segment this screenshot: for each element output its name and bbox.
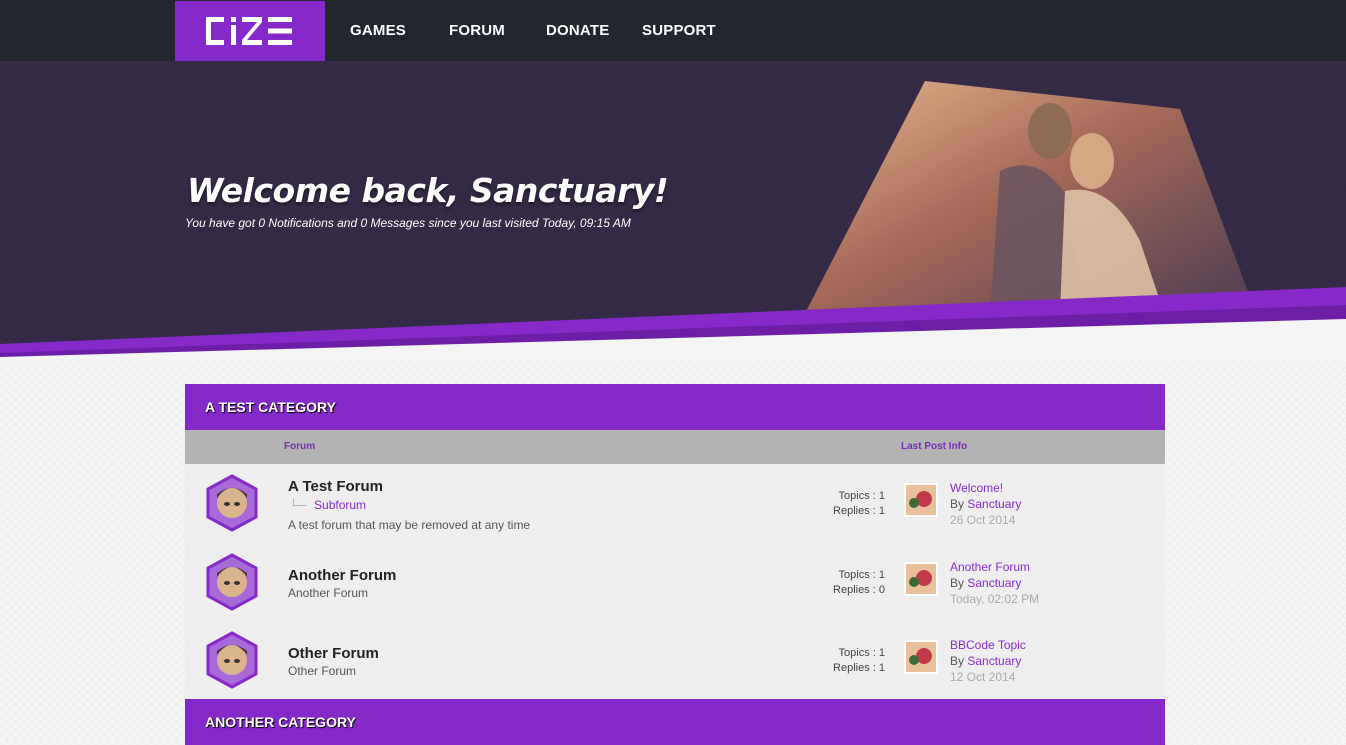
- forum-description: A test forum that may be removed at any …: [288, 518, 531, 532]
- last-post-date: 12 Oct 2014: [950, 670, 1016, 684]
- logo-mark: [206, 17, 292, 45]
- replies-count: Replies : 0: [833, 584, 885, 596]
- forum-title[interactable]: A Test Forum: [288, 478, 383, 495]
- hero-background: [0, 61, 1346, 361]
- nav-forum[interactable]: FORUM: [449, 22, 505, 39]
- last-post-user-link[interactable]: Sanctuary: [967, 497, 1021, 511]
- last-post-user-link[interactable]: Sanctuary: [967, 576, 1021, 590]
- site-logo[interactable]: [175, 1, 325, 61]
- replies-count: Replies : 1: [833, 662, 885, 674]
- subforum-link[interactable]: └─ Subforum: [289, 498, 366, 512]
- last-post-title[interactable]: BBCode Topic: [950, 638, 1026, 652]
- forum-hexagon-icon[interactable]: [205, 553, 259, 611]
- top-navbar: GAMES FORUM DONATE SUPPORT: [0, 0, 1346, 61]
- welcome-title: Welcome back, Sanctuary!: [187, 171, 669, 210]
- column-last-post: Last Post Info: [901, 441, 968, 452]
- user-avatar[interactable]: [904, 562, 938, 596]
- nav-games[interactable]: GAMES: [350, 22, 406, 39]
- forum-title[interactable]: Another Forum: [288, 567, 396, 584]
- user-avatar[interactable]: [904, 640, 938, 674]
- user-avatar[interactable]: [904, 483, 938, 517]
- last-post-title[interactable]: Welcome!: [950, 481, 1003, 495]
- last-post-user-link[interactable]: Sanctuary: [967, 654, 1021, 668]
- subforum-branch-icon: └─: [289, 498, 307, 512]
- forum-description: Another Forum: [288, 586, 369, 600]
- topics-count: Topics : 1: [838, 490, 885, 502]
- forum-description: Other Forum: [288, 664, 357, 678]
- welcome-subtitle: You have got 0 Notifications and 0 Messa…: [185, 216, 631, 230]
- last-post-title[interactable]: Another Forum: [950, 560, 1030, 574]
- nav-donate[interactable]: DONATE: [546, 22, 609, 39]
- forum-container: A TEST CATEGORY Forum Last Post Info A T…: [185, 384, 1165, 745]
- by-label: By: [950, 497, 965, 511]
- forum-list: A Test Forum └─ Subforum A test forum tha…: [185, 464, 1165, 699]
- last-post-date: 26 Oct 2014: [950, 513, 1016, 527]
- nav-support[interactable]: SUPPORT: [642, 22, 716, 39]
- hero-banner: Welcome back, Sanctuary! You have got 0 …: [0, 61, 1346, 361]
- last-post-author: By Sanctuary: [950, 654, 1021, 668]
- column-forum: Forum: [284, 441, 316, 452]
- forum-stats: Topics : 1 Replies : 1: [833, 489, 885, 519]
- replies-count: Replies : 1: [833, 505, 885, 517]
- category-header[interactable]: A TEST CATEGORY: [185, 384, 1165, 430]
- last-post-author: By Sanctuary: [950, 576, 1021, 590]
- last-post-author: By Sanctuary: [950, 497, 1021, 511]
- subforum-label[interactable]: Subforum: [314, 498, 366, 512]
- by-label: By: [950, 576, 965, 590]
- topics-count: Topics : 1: [838, 647, 885, 659]
- forum-stats: Topics : 1 Replies : 0: [833, 568, 885, 598]
- last-post-date: Today, 02:02 PM: [950, 592, 1040, 606]
- forum-hexagon-icon[interactable]: [205, 631, 259, 689]
- category-header[interactable]: ANOTHER CATEGORY: [185, 699, 1165, 745]
- by-label: By: [950, 654, 965, 668]
- topics-count: Topics : 1: [838, 569, 885, 581]
- forum-hexagon-icon[interactable]: [205, 474, 259, 532]
- forum-title[interactable]: Other Forum: [288, 645, 379, 662]
- forum-stats: Topics : 1 Replies : 1: [833, 646, 885, 676]
- column-header: Forum Last Post Info: [185, 430, 1165, 464]
